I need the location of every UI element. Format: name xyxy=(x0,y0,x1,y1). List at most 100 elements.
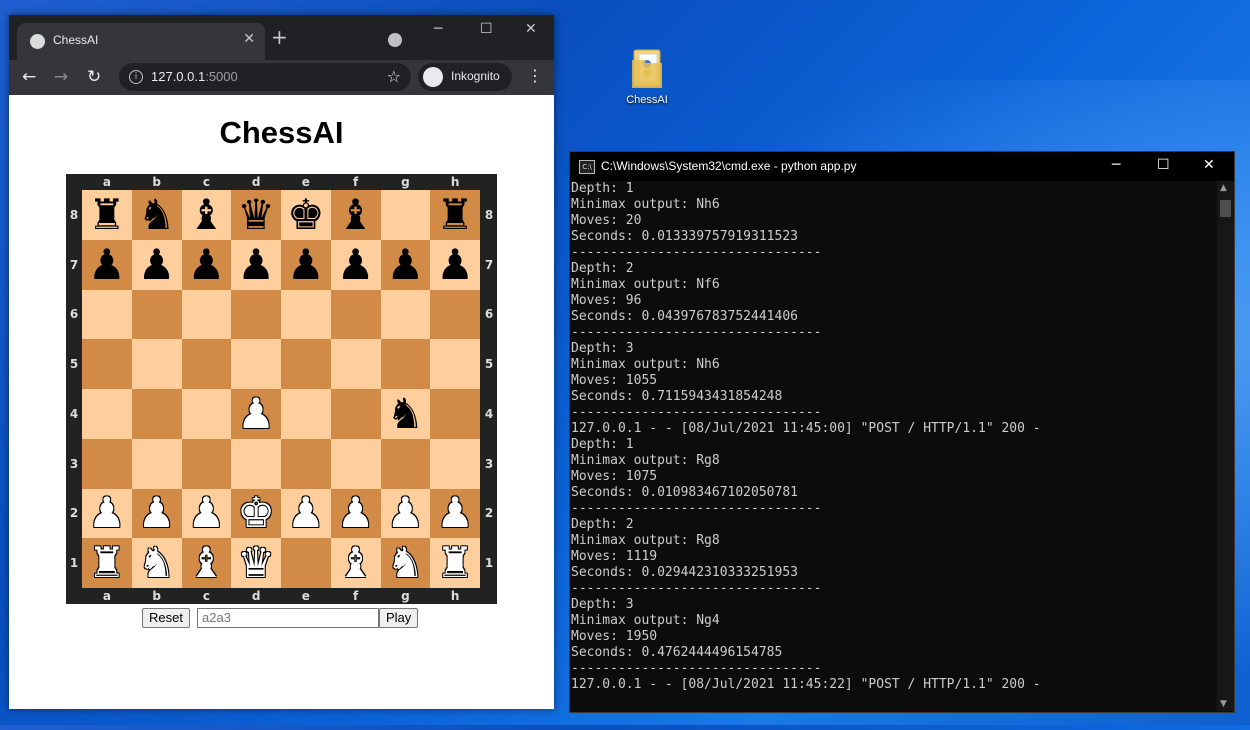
square-c8[interactable]: ♝ xyxy=(181,190,232,240)
square-c1[interactable]: ♝ xyxy=(181,538,232,588)
square-f6[interactable] xyxy=(330,289,381,340)
back-arrow-icon[interactable]: ← xyxy=(22,67,36,87)
square-f8[interactable]: ♝ xyxy=(330,190,381,240)
square-h1[interactable]: ♜ xyxy=(430,538,480,588)
square-f4[interactable] xyxy=(330,389,381,439)
square-h4[interactable] xyxy=(430,389,480,439)
square-g2[interactable]: ♟ xyxy=(380,488,431,539)
square-b8[interactable]: ♞ xyxy=(131,190,182,240)
square-g7[interactable]: ♟ xyxy=(380,239,431,290)
maximize-icon[interactable]: ☐ xyxy=(480,21,493,37)
play-button[interactable]: Play xyxy=(379,608,419,628)
forward-arrow-icon[interactable]: → xyxy=(54,67,68,87)
square-e6[interactable] xyxy=(281,289,331,340)
square-d7[interactable]: ♟ xyxy=(231,239,281,290)
console-output[interactable]: Depth: 1 Minimax output: Nh6 Moves: 20 Seco… xyxy=(571,181,1216,711)
reset-button[interactable]: Reset xyxy=(142,608,190,628)
square-e4[interactable] xyxy=(281,389,331,439)
move-input[interactable] xyxy=(197,608,379,628)
square-h7[interactable]: ♟ xyxy=(430,239,480,290)
square-c6[interactable] xyxy=(181,289,232,340)
square-d4[interactable]: ♟ xyxy=(231,389,281,439)
square-d2[interactable]: ♚ xyxy=(231,488,281,539)
white-knight-icon[interactable]: ♞ xyxy=(387,542,425,584)
square-h2[interactable]: ♟ xyxy=(430,488,480,539)
black-knight-icon[interactable]: ♞ xyxy=(138,193,176,236)
white-pawn-icon[interactable]: ♟ xyxy=(337,492,375,534)
info-icon[interactable]: i xyxy=(129,70,143,84)
white-pawn-icon[interactable]: ♟ xyxy=(138,492,176,534)
square-e1[interactable] xyxy=(281,538,331,588)
scroll-up-icon[interactable]: ▲ xyxy=(1220,183,1227,193)
square-b6[interactable] xyxy=(131,289,182,340)
incognito-profile-button[interactable]: Inkognito xyxy=(418,63,512,91)
white-pawn-icon[interactable]: ♟ xyxy=(436,492,474,534)
console-scrollbar[interactable]: ▲ ▼ xyxy=(1217,181,1234,711)
black-pawn-icon[interactable]: ♟ xyxy=(88,243,126,286)
board-grid[interactable]: ♜ ♞ ♝ ♛ ♚ ♝ ♜ ♟ ♟ ♟ ♟ ♟ ♟ ♟ ♟ ♟ ♞ ♟ ♟ ♟ ♚ ♟ ♟ ♟ ♟ ♜ ♞ ♝ ♛ ♝ ♞ ♜ xyxy=(82,190,480,588)
black-knight-icon[interactable]: ♞ xyxy=(387,392,425,435)
square-b3[interactable] xyxy=(131,438,182,489)
white-pawn-icon[interactable]: ♟ xyxy=(287,492,325,534)
square-a3[interactable] xyxy=(82,438,132,489)
square-a4[interactable] xyxy=(82,389,132,439)
square-h3[interactable] xyxy=(430,438,480,489)
square-c5[interactable] xyxy=(181,339,232,389)
maximize-icon[interactable]: ☐ xyxy=(1157,157,1170,173)
square-h6[interactable] xyxy=(430,289,480,340)
white-king-icon[interactable]: ♚ xyxy=(237,492,275,534)
square-e8[interactable]: ♚ xyxy=(281,190,331,240)
square-f5[interactable] xyxy=(330,339,381,389)
white-bishop-icon[interactable]: ♝ xyxy=(188,542,226,584)
address-bar[interactable]: i 127.0.0.1:5000 ☆ xyxy=(119,63,411,91)
square-e2[interactable]: ♟ xyxy=(281,488,331,539)
square-c3[interactable] xyxy=(181,438,232,489)
white-bishop-icon[interactable]: ♝ xyxy=(337,542,375,584)
square-f3[interactable] xyxy=(330,438,381,489)
tab-chessai[interactable]: ChessAI ✕ xyxy=(17,23,265,60)
tab-search-icon[interactable] xyxy=(388,33,402,47)
square-g3[interactable] xyxy=(380,438,431,489)
square-b5[interactable] xyxy=(131,339,182,389)
square-g8[interactable] xyxy=(380,190,431,240)
minimize-icon[interactable]: ─ xyxy=(434,21,442,37)
square-b2[interactable]: ♟ xyxy=(131,488,182,539)
window-close-icon[interactable]: ✕ xyxy=(1203,157,1215,173)
star-icon[interactable]: ☆ xyxy=(387,67,401,86)
square-a6[interactable] xyxy=(82,289,132,340)
square-h5[interactable] xyxy=(430,339,480,389)
black-pawn-icon[interactable]: ♟ xyxy=(138,243,176,286)
black-king-icon[interactable]: ♚ xyxy=(287,193,325,236)
scroll-down-icon[interactable]: ▼ xyxy=(1220,699,1227,709)
square-a2[interactable]: ♟ xyxy=(82,488,132,539)
square-c2[interactable]: ♟ xyxy=(181,488,232,539)
square-e3[interactable] xyxy=(281,438,331,489)
white-rook-icon[interactable]: ♜ xyxy=(436,542,474,584)
square-f7[interactable]: ♟ xyxy=(330,239,381,290)
square-d5[interactable] xyxy=(231,339,281,389)
square-d1[interactable]: ♛ xyxy=(231,538,281,588)
white-pawn-icon[interactable]: ♟ xyxy=(88,492,126,534)
square-c4[interactable] xyxy=(181,389,232,439)
square-d8[interactable]: ♛ xyxy=(231,190,281,240)
white-knight-icon[interactable]: ♞ xyxy=(138,542,176,584)
square-b1[interactable]: ♞ xyxy=(131,538,182,588)
white-queen-icon[interactable]: ♛ xyxy=(237,542,275,584)
square-h8[interactable]: ♜ xyxy=(430,190,480,240)
plus-icon[interactable]: + xyxy=(271,27,288,47)
square-f2[interactable]: ♟ xyxy=(330,488,381,539)
white-pawn-icon[interactable]: ♟ xyxy=(237,392,275,435)
white-pawn-icon[interactable]: ♟ xyxy=(387,492,425,534)
black-rook-icon[interactable]: ♜ xyxy=(88,193,126,236)
black-rook-icon[interactable]: ♜ xyxy=(436,193,474,236)
square-d6[interactable] xyxy=(231,289,281,340)
minimize-icon[interactable]: ─ xyxy=(1112,157,1120,173)
close-icon[interactable]: ✕ xyxy=(243,31,255,47)
square-b7[interactable]: ♟ xyxy=(131,239,182,290)
black-bishop-icon[interactable]: ♝ xyxy=(337,193,375,236)
window-close-icon[interactable]: ✕ xyxy=(525,21,537,37)
square-e5[interactable] xyxy=(281,339,331,389)
black-bishop-icon[interactable]: ♝ xyxy=(188,193,226,236)
square-g6[interactable] xyxy=(380,289,431,340)
white-pawn-icon[interactable]: ♟ xyxy=(188,492,226,534)
